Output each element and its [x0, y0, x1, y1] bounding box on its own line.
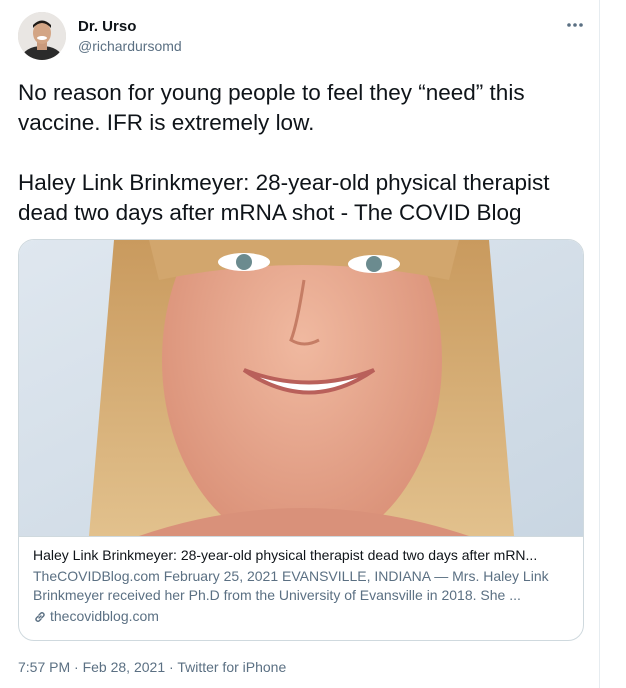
card-image[interactable]	[19, 240, 583, 537]
avatar[interactable]	[18, 12, 66, 60]
tweet-source[interactable]: Twitter for iPhone	[177, 659, 286, 675]
card-domain-text[interactable]: thecovidblog.com	[50, 607, 159, 626]
card-body: Haley Link Brinkmeyer: 28-year-old physi…	[33, 546, 569, 626]
author-names: Dr. Urso @richardursomd	[78, 18, 182, 55]
tweet-time[interactable]: 7:57 PM	[18, 659, 70, 675]
more-options-icon[interactable]	[564, 18, 586, 32]
tweet-text: No reason for young people to feel they …	[18, 78, 578, 228]
meta-separator: ·	[169, 659, 174, 675]
tweet-paragraph: No reason for young people to feel they …	[18, 80, 525, 135]
display-name[interactable]: Dr. Urso	[78, 18, 182, 36]
meta-separator: ·	[74, 659, 79, 675]
tweet-paragraph: Haley Link Brinkmeyer: 28-year-old physi…	[18, 170, 550, 225]
tweet-date[interactable]: Feb 28, 2021	[83, 659, 166, 675]
user-handle[interactable]: @richardursomd	[78, 37, 182, 55]
tweet-header: Dr. Urso @richardursomd	[18, 12, 588, 62]
portrait-photo-icon	[19, 240, 583, 536]
link-icon	[33, 610, 47, 624]
avatar-photo-icon	[18, 12, 66, 60]
tweet: Dr. Urso @richardursomd No reason for yo…	[0, 0, 600, 688]
card-description: TheCOVIDBlog.com February 25, 2021 EVANS…	[33, 568, 549, 603]
card-domain[interactable]: thecovidblog.com	[33, 607, 569, 626]
tweet-meta: 7:57 PM · Feb 28, 2021 · Twitter for iPh…	[18, 658, 286, 676]
link-preview-card[interactable]: Haley Link Brinkmeyer: 28-year-old physi…	[18, 239, 584, 641]
card-title[interactable]: Haley Link Brinkmeyer: 28-year-old physi…	[33, 546, 569, 565]
